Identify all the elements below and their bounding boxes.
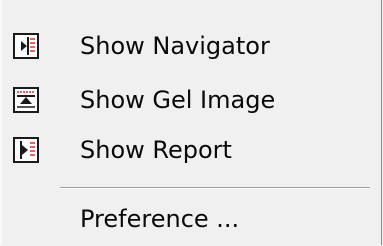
menu-item-label: Show Gel Image [80, 86, 276, 114]
menu-item-label: Show Report [80, 136, 232, 164]
menu-item-show-report[interactable]: Show Report [0, 128, 381, 172]
navigator-icon [13, 33, 39, 59]
menu-item-label: Preference ... [80, 205, 240, 233]
context-menu: Show Navigator Show Gel Image Show Repor… [0, 0, 382, 245]
report-icon [13, 137, 39, 163]
menu-item-show-gel-image[interactable]: Show Gel Image [0, 78, 381, 122]
menu-item-preference[interactable]: Preference ... [0, 192, 381, 246]
menu-item-label: Show Navigator [80, 32, 270, 60]
gel-image-icon [13, 87, 39, 113]
menu-item-show-navigator[interactable]: Show Navigator [0, 24, 381, 68]
menu-separator [60, 187, 370, 189]
